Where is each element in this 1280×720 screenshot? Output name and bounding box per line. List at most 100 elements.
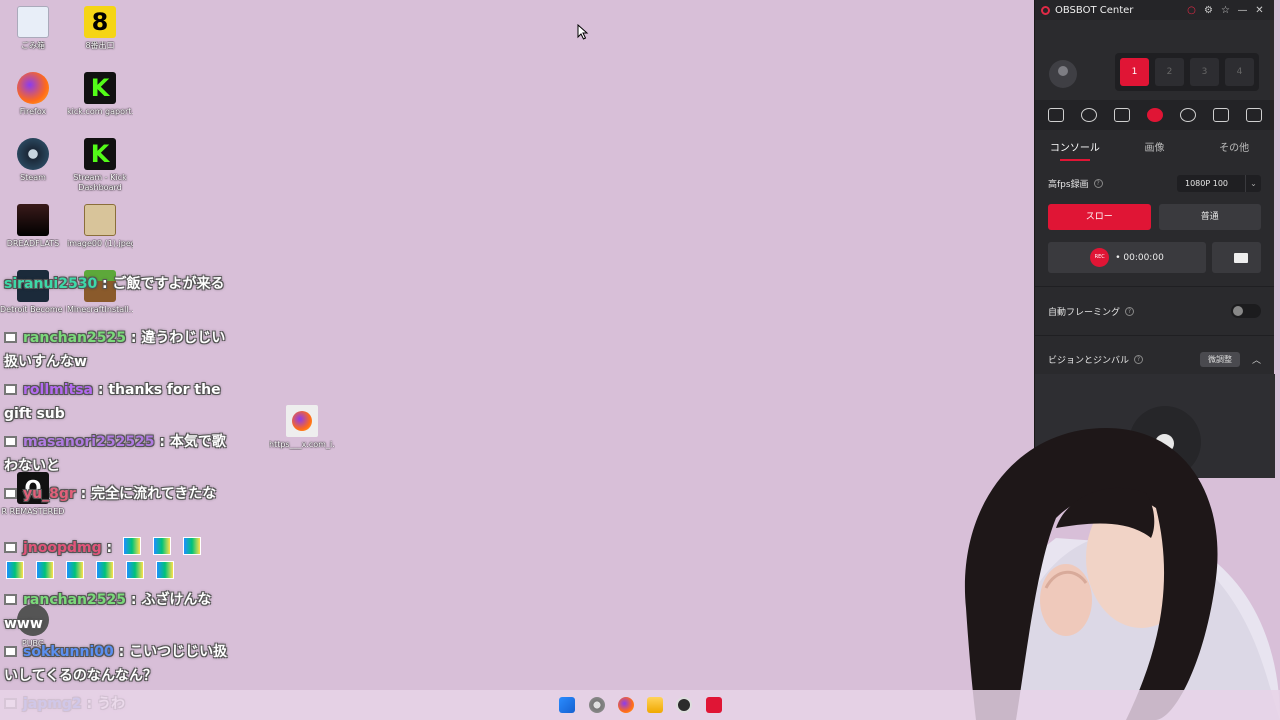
tab-console[interactable]: コンソール bbox=[1035, 132, 1115, 166]
chat-emote bbox=[6, 561, 24, 579]
snapshot-icon[interactable] bbox=[1047, 108, 1064, 122]
chat-username: yu_8gr bbox=[23, 486, 76, 502]
desktop-icon-firefox[interactable]: Firefox bbox=[0, 72, 66, 117]
file-explorer-icon[interactable] bbox=[647, 697, 663, 713]
kick-icon: K bbox=[84, 138, 116, 170]
refresh-icon[interactable] bbox=[1179, 108, 1196, 122]
chat-emote bbox=[36, 561, 54, 579]
desktop-icon-kick[interactable]: K kick.com gaport... bbox=[67, 72, 133, 117]
start-button[interactable] bbox=[559, 697, 575, 713]
expand-icon[interactable] bbox=[1245, 108, 1262, 122]
open-folder-button[interactable] bbox=[1212, 242, 1261, 273]
icon-label: 8番出口 bbox=[85, 41, 115, 50]
rec-timer: • 00:00:00 bbox=[1115, 252, 1164, 263]
hfps-label: 高fps録画 bbox=[1048, 179, 1089, 190]
game-icon bbox=[17, 204, 49, 236]
help-icon[interactable]: ? bbox=[1134, 354, 1144, 364]
icon-label: Detroit Become Human bbox=[0, 305, 66, 314]
chat-emote bbox=[66, 561, 84, 579]
preset-slot-2[interactable]: 2 bbox=[1155, 58, 1184, 86]
desktop-icon-x-shortcut[interactable]: https___x.com_i... bbox=[269, 405, 335, 450]
chat-message: masanori252525 : 本気で歌わないと bbox=[4, 430, 236, 478]
sub-badge-icon bbox=[4, 384, 17, 395]
video-icon[interactable] bbox=[1113, 108, 1130, 122]
title-bar[interactable]: OBSBOT Center ○ ⚙ ☆ — ✕ bbox=[1035, 0, 1274, 20]
record-button[interactable]: REC • 00:00:00 bbox=[1048, 242, 1206, 273]
icon-label: Steam bbox=[20, 173, 46, 182]
help-icon[interactable]: ? bbox=[1093, 178, 1103, 188]
sub-badge-icon bbox=[4, 488, 17, 499]
resolution-value: 1080P 100 bbox=[1185, 178, 1228, 188]
tab-image[interactable]: 画像 bbox=[1115, 132, 1195, 166]
firefox-icon[interactable] bbox=[618, 697, 634, 713]
desktop-icon-dreadflats[interactable]: DREADFLATS bbox=[0, 204, 66, 249]
divider bbox=[1035, 335, 1274, 336]
record-status-icon[interactable]: ○ bbox=[1183, 5, 1200, 16]
resolution-select[interactable]: 1080P 100 ⌄ bbox=[1177, 174, 1261, 192]
preset-slot-4[interactable]: 4 bbox=[1225, 58, 1254, 86]
obs-studio-icon[interactable] bbox=[676, 697, 692, 713]
chat-text: 完全に流れてきたな bbox=[91, 486, 217, 502]
desktop-icon-image[interactable]: image00 (1).jpeg bbox=[67, 204, 133, 249]
tab-other[interactable]: その他 bbox=[1194, 132, 1274, 166]
desktop-icon-kick-dashboard[interactable]: K Stream - Kick Dashboard bbox=[67, 138, 133, 193]
icon-label: image00 (1).jpeg bbox=[67, 239, 133, 248]
icon-label: Stream - Kick Dashboard bbox=[73, 173, 127, 192]
sub-badge-icon bbox=[4, 332, 17, 343]
sub-badge-icon bbox=[4, 594, 17, 605]
normal-button[interactable]: 普通 bbox=[1158, 204, 1261, 230]
avatar[interactable] bbox=[1049, 60, 1077, 88]
folder-icon bbox=[1234, 253, 1248, 263]
chat-separator: : bbox=[75, 486, 92, 502]
obsbot-app-icon[interactable] bbox=[706, 697, 722, 713]
person-icon[interactable] bbox=[1212, 108, 1229, 122]
chat-separator: : bbox=[154, 434, 170, 450]
desktop-icon-exit8[interactable]: 8 8番出口 bbox=[67, 6, 133, 51]
settings-icon[interactable]: ⚙ bbox=[1200, 5, 1217, 16]
icon-label: DREADFLATS bbox=[6, 239, 60, 248]
chevron-up-icon[interactable]: ︿ bbox=[1252, 353, 1261, 366]
chat-username: sokkunni00 bbox=[23, 644, 114, 660]
exit8-icon: 8 bbox=[84, 6, 116, 38]
desktop-icon-recycle-bin[interactable]: ごみ箱 bbox=[0, 6, 66, 51]
preset-slot-3[interactable]: 3 bbox=[1190, 58, 1219, 86]
auto-framing-toggle[interactable] bbox=[1231, 304, 1261, 318]
chat-emote bbox=[123, 537, 142, 555]
chat-message: ranchan2525 : ふざけんなwww bbox=[4, 588, 236, 636]
preset-slots: 1 2 3 4 bbox=[1115, 53, 1259, 91]
chat-emote bbox=[153, 537, 172, 555]
tab-bar: コンソール 画像 その他 bbox=[1035, 132, 1274, 166]
record-row: REC • 00:00:00 bbox=[1035, 242, 1274, 273]
chat-emote bbox=[183, 537, 202, 555]
settings-icon[interactable] bbox=[589, 697, 605, 713]
minimize-button[interactable]: — bbox=[1234, 5, 1251, 16]
close-button[interactable]: ✕ bbox=[1251, 5, 1268, 16]
help-icon[interactable]: ? bbox=[1125, 306, 1135, 316]
steam-icon bbox=[17, 138, 49, 170]
icon-label: MinecraftInstall... bbox=[67, 305, 133, 314]
auto-framing-row: 自動フレーミング ? bbox=[1035, 300, 1274, 322]
chat-username: siranui2530 bbox=[4, 276, 98, 292]
sub-badge-icon bbox=[4, 542, 17, 553]
chat-message: siranui2530 : ご飯ですよが来る bbox=[4, 272, 236, 296]
preset-slot-1[interactable]: 1 bbox=[1120, 58, 1149, 86]
slow-button[interactable]: スロー bbox=[1048, 204, 1151, 230]
power-icon[interactable] bbox=[1080, 108, 1097, 122]
pin-icon[interactable]: ☆ bbox=[1217, 5, 1234, 16]
obsbot-logo-icon bbox=[1041, 5, 1050, 15]
toolbar bbox=[1035, 100, 1274, 130]
chat-separator: : bbox=[97, 276, 113, 292]
sub-badge-icon bbox=[4, 646, 17, 657]
desktop-icon-steam[interactable]: Steam bbox=[0, 138, 66, 183]
icon-label: ごみ箱 bbox=[21, 41, 45, 50]
chat-username: ranchan2525 bbox=[23, 592, 126, 608]
firefox-icon bbox=[17, 72, 49, 104]
chat-message: rollmitsa : thanks for the gift sub bbox=[4, 378, 236, 426]
chat-username: masanori252525 bbox=[23, 434, 155, 450]
speed-buttons: スロー 普通 bbox=[1035, 204, 1274, 230]
kick-icon: K bbox=[84, 72, 116, 104]
rec-badge: REC bbox=[1090, 248, 1110, 267]
fine-tune-button[interactable]: 微調整 bbox=[1199, 351, 1240, 367]
recycle-bin-icon bbox=[17, 6, 49, 38]
tracking-icon[interactable] bbox=[1146, 108, 1163, 122]
